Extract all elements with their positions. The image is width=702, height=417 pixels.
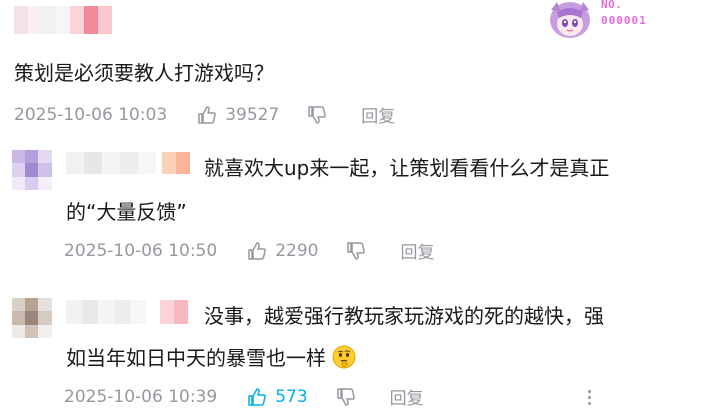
comment-meta: 2025-10-06 10:03 39527 回复 <box>14 102 395 128</box>
thumbs-up-icon <box>198 105 217 124</box>
reply-text-line1: 就喜欢大up来一起，让策划看看什么才是真正 <box>204 156 610 180</box>
username-blurred[interactable] <box>66 152 190 174</box>
reply-text-line1: 没事，越爱强行教玩家玩游戏的死的越快，强 <box>204 304 604 328</box>
thumbs-down-icon <box>308 105 327 124</box>
like-button[interactable]: 573 <box>247 386 308 407</box>
dislike-button[interactable] <box>307 105 327 125</box>
like-count: 39527 <box>225 104 280 125</box>
comment-timestamp: 2025-10-06 10:03 <box>14 104 168 125</box>
thumbs-down-icon <box>347 241 366 260</box>
username-blurred[interactable] <box>66 300 188 324</box>
like-count: 2290 <box>275 240 319 261</box>
reply-text-line2-wrap: 如当年如日中天的暴雪也一样 <box>66 340 356 376</box>
reply-meta: 2025-10-06 10:50 2290 回复 <box>64 238 434 264</box>
like-button[interactable]: 39527 <box>197 105 279 125</box>
avatar[interactable] <box>12 298 52 338</box>
like-count: 573 <box>275 386 308 407</box>
thumbs-up-icon <box>248 241 267 260</box>
thumbs-up-icon <box>248 387 267 406</box>
reply-timestamp: 2025-10-06 10:50 <box>64 240 218 261</box>
reply-button[interactable]: 回复 <box>361 102 395 127</box>
reply-button[interactable]: 回复 <box>390 384 424 409</box>
dislike-button[interactable] <box>336 387 356 407</box>
badge-number: 000001 <box>601 14 647 27</box>
badge-avatar-icon <box>550 2 590 38</box>
thumbs-down-icon <box>336 387 355 406</box>
like-button[interactable]: 2290 <box>247 241 318 261</box>
reply-text-line2: 如当年如日中天的暴雪也一样 <box>66 346 326 370</box>
badge-prefix: NO. <box>601 0 623 11</box>
dislike-button[interactable] <box>346 241 366 261</box>
fan-badge: NO. 000001 <box>545 0 655 44</box>
reply-timestamp: 2025-10-06 10:39 <box>64 386 218 407</box>
comment-thread: NO. 000001 策划是必须要教人打游戏吗？ 2025-10-06 10:0… <box>0 0 702 417</box>
reply-button[interactable]: 回复 <box>400 238 434 263</box>
reply-meta: 2025-10-06 10:39 573 回复 <box>64 384 424 410</box>
reply-text-line2: 的“大量反馈” <box>66 200 187 224</box>
thinking-face-emoji <box>332 345 356 369</box>
comment-text: 策划是必须要教人打游戏吗？ <box>14 61 274 85</box>
more-vertical-icon[interactable] <box>588 390 591 405</box>
avatar[interactable] <box>12 150 52 190</box>
username-blurred[interactable] <box>14 6 120 36</box>
